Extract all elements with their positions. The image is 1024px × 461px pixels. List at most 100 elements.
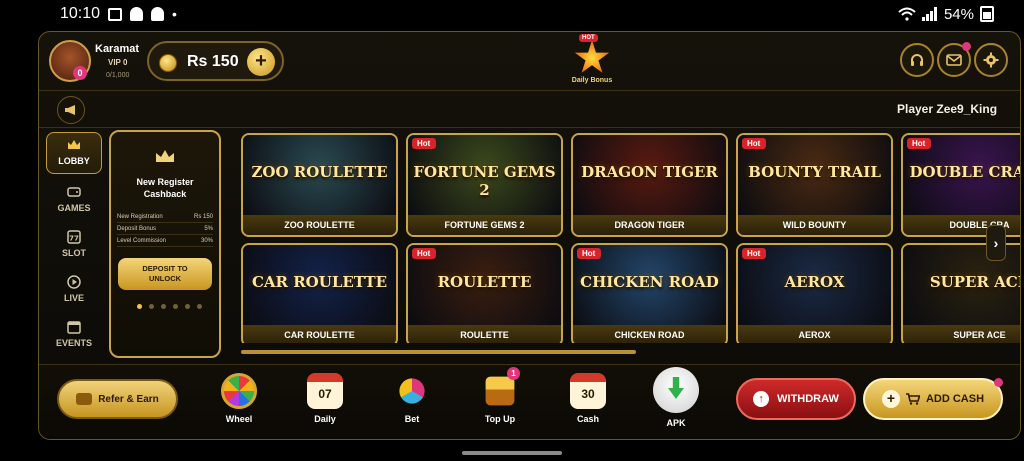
app-frame: 0 Karamat VIP 0 0/1,000 Rs 150 + HOT Dai… (38, 31, 1021, 440)
balance-amount: Rs 150 (187, 53, 239, 70)
gear-icon (983, 52, 999, 68)
game-name: CAR ROULETTE (243, 325, 396, 343)
sidebar-item-live[interactable]: LIVE (44, 270, 104, 312)
daily-bonus-label: Daily Bonus (571, 77, 613, 84)
game-name: CHICKEN ROAD (573, 325, 726, 343)
top-up-badge: 1 (507, 367, 520, 380)
support-button[interactable] (900, 43, 934, 77)
bottom-action-bar: Refer & Earn Wheel 07 Daily Bet 1 Top Up… (39, 364, 1020, 439)
game-art-title: SUPER ACE (929, 273, 1021, 291)
apk-download-button[interactable]: APK (651, 367, 701, 428)
sidebar-item-slot[interactable]: 77 SLOT (44, 225, 104, 267)
megaphone-icon (65, 105, 75, 115)
game-card-fortune-gems-2[interactable]: FORTUNE GEMS 2 Hot FORTUNE GEMS 2 (406, 133, 563, 237)
notification-dot (962, 42, 971, 51)
deposit-to-unlock-button[interactable]: DEPOSIT TO UNLOCK (118, 258, 212, 290)
carousel-dot[interactable] (137, 304, 142, 309)
status-time: 10:10 (60, 5, 101, 22)
notification-dot (994, 378, 1003, 387)
hot-badge: Hot (577, 248, 602, 259)
daily-label: Daily (314, 414, 336, 424)
sidebar-item-games[interactable]: GAMES (44, 180, 104, 222)
avatar-badge: 0 (73, 66, 87, 80)
game-card-car-roulette[interactable]: CAR ROULETTE CAR ROULETTE (241, 243, 398, 343)
cash-button[interactable]: 30 Cash (563, 373, 613, 424)
notification-dot: • (172, 6, 177, 22)
wheel-button[interactable]: Wheel (214, 373, 264, 424)
game-name: SUPER ACE (903, 325, 1020, 343)
withdraw-button[interactable]: ↑ WITHDRAW (736, 378, 856, 420)
download-icon (653, 367, 699, 413)
svg-text:77: 77 (69, 235, 79, 243)
register-cashback-banner[interactable]: New Register Cashback New Registration Rs… (109, 130, 221, 358)
game-card-zoo-roulette[interactable]: ZOO ROULETTE ZOO ROULETTE (241, 133, 398, 237)
refer-earn-button[interactable]: Refer & Earn (57, 379, 178, 419)
game-card-wild-bounty[interactable]: BOUNTY TRAIL Hot WILD BOUNTY (736, 133, 893, 237)
mail-icon (946, 54, 962, 66)
announcement-bar: Player Zee9_King (39, 90, 1020, 128)
add-cash-label: ADD CASH (925, 393, 985, 405)
hot-badge: Hot (907, 138, 932, 149)
top-header: 0 Karamat VIP 0 0/1,000 Rs 150 + HOT Dai… (39, 32, 1020, 90)
home-indicator[interactable] (462, 451, 562, 455)
promo-row: New Registration Rs 150 (117, 211, 213, 223)
sidebar-item-label: EVENTS (55, 338, 92, 348)
vip-progress: 0/1,000 (106, 72, 130, 79)
calendar-icon: 30 (570, 373, 606, 409)
daily-bonus-button[interactable]: HOT Daily Bonus (567, 34, 617, 88)
mail-button[interactable] (937, 42, 971, 77)
game-card-dragon-tiger[interactable]: DRAGON TIGER DRAGON TIGER (571, 133, 728, 237)
apk-label: APK (666, 418, 686, 428)
coin-icon (159, 54, 177, 72)
add-cash-button[interactable]: + ADD CASH (863, 378, 1003, 420)
settings-button[interactable] (974, 43, 1008, 77)
sidebar-item-events[interactable]: EVENTS (44, 315, 104, 357)
wheel-icon (221, 373, 257, 409)
game-card-roulette[interactable]: ROULETTE Hot ROULETTE (406, 243, 563, 343)
promo-row: Deposit Bonus 5% (117, 223, 213, 235)
daily-button[interactable]: 07 Daily (300, 373, 350, 424)
bet-button[interactable]: Bet (387, 373, 437, 424)
promo-title: New Register Cashback (136, 177, 194, 199)
game-grid: ZOO ROULETTE ZOO ROULETTE FORTUNE GEMS 2… (239, 133, 1021, 343)
game-art-title: FORTUNE GEMS 2 (413, 163, 556, 199)
wifi-icon (898, 7, 916, 21)
game-name: AEROX (738, 325, 891, 343)
play-circle-icon (67, 275, 81, 289)
slot-77-icon: 77 (67, 230, 81, 244)
game-card-double-crash[interactable]: DOUBLE CRASH Hot DOUBLE CRA (901, 133, 1020, 237)
calendar-icon (67, 321, 81, 334)
game-name: ZOO ROULETTE (243, 215, 396, 235)
arrow-up-icon: ↑ (753, 391, 770, 407)
vip-level: VIP 0 (108, 58, 128, 67)
carousel-dot[interactable] (185, 304, 190, 309)
carousel-dot[interactable] (161, 304, 166, 309)
sidebar-item-lobby[interactable]: LOBBY (46, 132, 102, 174)
top-up-button[interactable]: 1 Top Up (475, 367, 525, 424)
gamepad-icon (67, 187, 81, 197)
horizontal-scrollbar[interactable] (241, 350, 636, 354)
game-name: FORTUNE GEMS 2 (408, 215, 561, 235)
carousel-dot[interactable] (149, 304, 154, 309)
announcement-button[interactable] (57, 96, 85, 124)
game-card-aerox[interactable]: AEROX Hot AEROX (736, 243, 893, 343)
game-name: WILD BOUNTY (738, 215, 891, 235)
gallery-icon (108, 7, 123, 21)
game-name: ROULETTE (408, 325, 561, 343)
carousel-dot[interactable] (173, 304, 178, 309)
add-balance-button[interactable]: + (247, 48, 275, 76)
balloons-icon (399, 378, 425, 404)
wheel-label: Wheel (225, 414, 253, 424)
crown-icon (68, 140, 80, 149)
sidebar-item-label: LIVE (63, 293, 84, 303)
cart-icon (905, 393, 920, 405)
game-name: DRAGON TIGER (573, 215, 726, 235)
carousel-dot[interactable] (197, 304, 202, 309)
sidebar-item-label: LOBBY (58, 156, 90, 166)
scroll-right-button[interactable]: › (986, 225, 1006, 261)
game-card-chicken-road[interactable]: CHICKEN ROAD Hot CHICKEN ROAD (571, 243, 728, 343)
hot-badge: Hot (742, 248, 767, 259)
sidebar-item-label: GAMES (57, 203, 91, 213)
game-art-title: DOUBLE CRASH (909, 163, 1020, 181)
game-art-title: ROULETTE (437, 273, 532, 291)
